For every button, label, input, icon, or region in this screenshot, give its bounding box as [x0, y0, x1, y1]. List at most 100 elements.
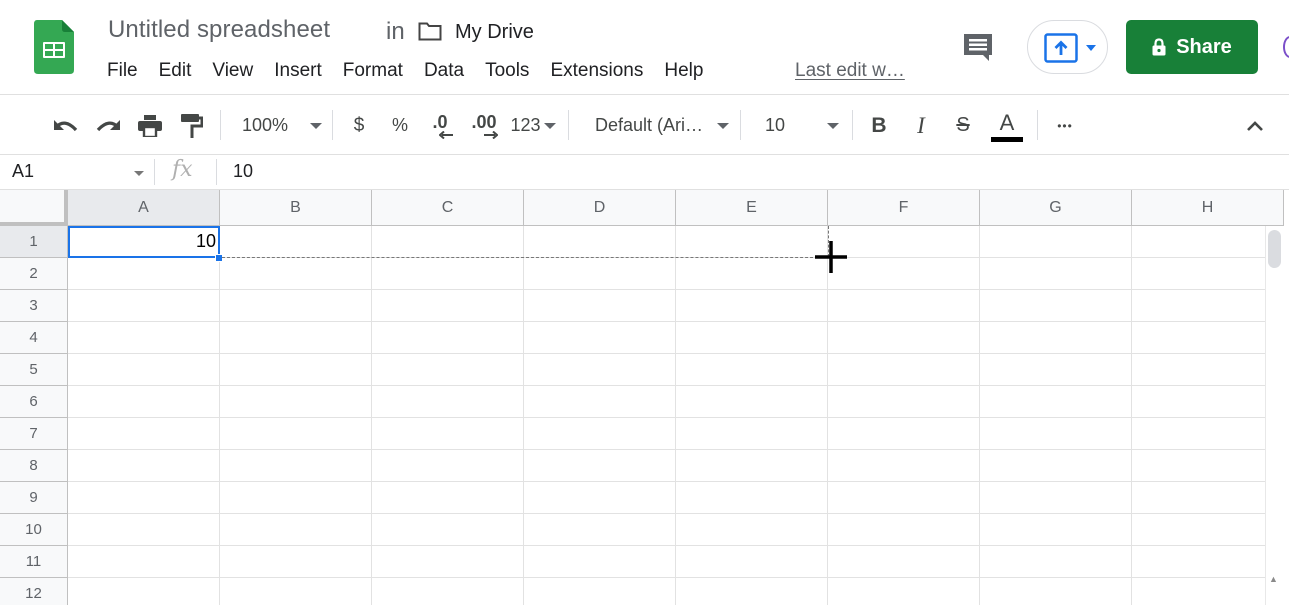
cell-g1[interactable]	[980, 226, 1132, 258]
cell-b5[interactable]	[220, 354, 372, 386]
cell-h9[interactable]	[1132, 482, 1284, 514]
row-header-8[interactable]: 8	[0, 450, 68, 482]
cell-a10[interactable]	[68, 514, 220, 546]
cell-f5[interactable]	[828, 354, 980, 386]
cell-a6[interactable]	[68, 386, 220, 418]
menu-data[interactable]: Data	[424, 60, 464, 84]
cell-h1[interactable]	[1132, 226, 1284, 258]
cell-h10[interactable]	[1132, 514, 1284, 546]
cell-f10[interactable]	[828, 514, 980, 546]
cell-b3[interactable]	[220, 290, 372, 322]
row-header-1[interactable]: 1	[0, 226, 68, 258]
menu-format[interactable]: Format	[343, 60, 403, 84]
cell-b10[interactable]	[220, 514, 372, 546]
row-header-11[interactable]: 11	[0, 546, 68, 578]
present-options-chevron-icon[interactable]	[1086, 45, 1096, 51]
cell-e2[interactable]	[676, 258, 828, 290]
comment-history-icon[interactable]	[962, 32, 994, 62]
cell-g10[interactable]	[980, 514, 1132, 546]
folder-icon[interactable]	[418, 22, 442, 41]
cell-c10[interactable]	[372, 514, 524, 546]
cell-h8[interactable]	[1132, 450, 1284, 482]
cell-a9[interactable]	[68, 482, 220, 514]
cell-b8[interactable]	[220, 450, 372, 482]
more-formats-button[interactable]: 123	[508, 96, 558, 155]
cell-a2[interactable]	[68, 258, 220, 290]
cell-d11[interactable]	[524, 546, 676, 578]
print-button[interactable]	[134, 96, 166, 155]
scroll-arrow-icon[interactable]: ▲	[1269, 574, 1278, 584]
cell-f6[interactable]	[828, 386, 980, 418]
cell-b11[interactable]	[220, 546, 372, 578]
cell-h7[interactable]	[1132, 418, 1284, 450]
cell-a3[interactable]	[68, 290, 220, 322]
increase-decimal-button[interactable]: .00	[467, 96, 501, 155]
cell-c9[interactable]	[372, 482, 524, 514]
cell-a7[interactable]	[68, 418, 220, 450]
select-all-corner[interactable]	[0, 190, 68, 226]
cell-f9[interactable]	[828, 482, 980, 514]
menu-insert[interactable]: Insert	[274, 60, 322, 84]
bold-button[interactable]: B	[865, 96, 893, 155]
cell-a12[interactable]	[68, 578, 220, 605]
cell-d4[interactable]	[524, 322, 676, 354]
cell-c3[interactable]	[372, 290, 524, 322]
cell-d7[interactable]	[524, 418, 676, 450]
cell-f12[interactable]	[828, 578, 980, 605]
cell-f3[interactable]	[828, 290, 980, 322]
menu-extensions[interactable]: Extensions	[550, 60, 643, 84]
cell-d8[interactable]	[524, 450, 676, 482]
cell-c11[interactable]	[372, 546, 524, 578]
cell-e11[interactable]	[676, 546, 828, 578]
menu-tools[interactable]: Tools	[485, 60, 529, 84]
cell-g6[interactable]	[980, 386, 1132, 418]
cell-g9[interactable]	[980, 482, 1132, 514]
share-button[interactable]: Share	[1126, 20, 1258, 74]
cell-b6[interactable]	[220, 386, 372, 418]
cell-e3[interactable]	[676, 290, 828, 322]
cell-c8[interactable]	[372, 450, 524, 482]
cell-e5[interactable]	[676, 354, 828, 386]
last-edit-link[interactable]: Last edit w…	[795, 60, 905, 82]
cell-e9[interactable]	[676, 482, 828, 514]
name-box[interactable]: A1	[12, 161, 34, 182]
italic-button[interactable]: I	[907, 96, 935, 155]
row-header-10[interactable]: 10	[0, 514, 68, 546]
cell-e6[interactable]	[676, 386, 828, 418]
document-title[interactable]: Untitled spreadsheet	[108, 16, 330, 44]
cell-g8[interactable]	[980, 450, 1132, 482]
vertical-scrollbar-thumb[interactable]	[1268, 230, 1281, 268]
fill-handle[interactable]	[215, 254, 223, 262]
cell-f2[interactable]	[828, 258, 980, 290]
cell-g2[interactable]	[980, 258, 1132, 290]
cell-g3[interactable]	[980, 290, 1132, 322]
cell-h3[interactable]	[1132, 290, 1284, 322]
cell-f7[interactable]	[828, 418, 980, 450]
cell-b7[interactable]	[220, 418, 372, 450]
cell-f11[interactable]	[828, 546, 980, 578]
cell-c5[interactable]	[372, 354, 524, 386]
column-header-d[interactable]: D	[524, 190, 676, 226]
cell-e10[interactable]	[676, 514, 828, 546]
cell-h11[interactable]	[1132, 546, 1284, 578]
cell-a8[interactable]	[68, 450, 220, 482]
cell-c2[interactable]	[372, 258, 524, 290]
cell-d5[interactable]	[524, 354, 676, 386]
cell-h2[interactable]	[1132, 258, 1284, 290]
cell-d2[interactable]	[524, 258, 676, 290]
collapse-menus-button[interactable]	[1240, 96, 1270, 155]
cell-g11[interactable]	[980, 546, 1132, 578]
column-header-a[interactable]: A	[68, 190, 220, 226]
cell-c6[interactable]	[372, 386, 524, 418]
cell-h5[interactable]	[1132, 354, 1284, 386]
redo-button[interactable]	[92, 96, 124, 155]
strikethrough-button[interactable]: S	[949, 96, 977, 155]
cell-e8[interactable]	[676, 450, 828, 482]
name-box-chevron-icon[interactable]	[134, 171, 144, 176]
cell-b4[interactable]	[220, 322, 372, 354]
paint-format-button[interactable]	[176, 96, 208, 155]
cell-h12[interactable]	[1132, 578, 1284, 605]
column-header-f[interactable]: F	[828, 190, 980, 226]
cell-d3[interactable]	[524, 290, 676, 322]
cell-b12[interactable]	[220, 578, 372, 605]
